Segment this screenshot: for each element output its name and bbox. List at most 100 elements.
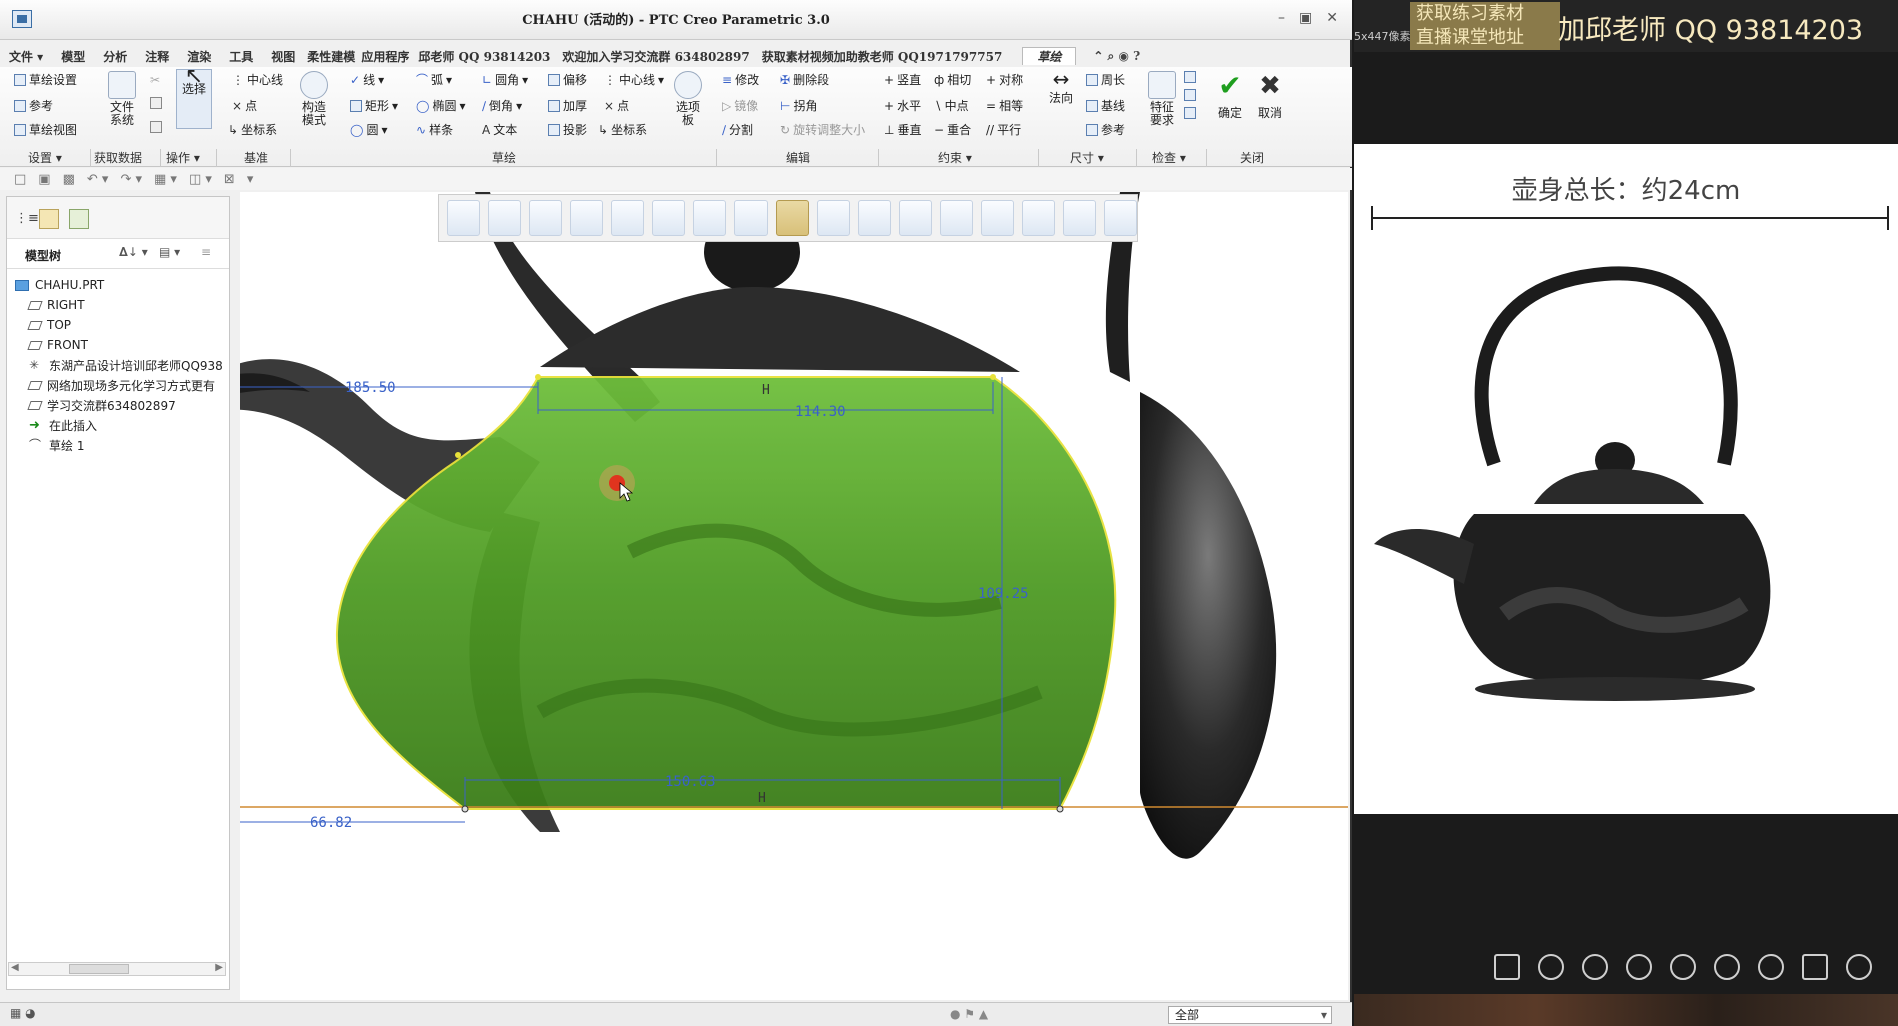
- saved-orientations-icon[interactable]: [652, 200, 686, 236]
- sketch-canvas[interactable]: 185.50 114.30 H 109.25 150.63 H 66.82: [240, 192, 1348, 1000]
- palette-button[interactable]: 选项 板: [670, 71, 706, 127]
- spin-center-icon[interactable]: [1104, 200, 1138, 236]
- tab-sketch[interactable]: 草绘: [1022, 47, 1077, 65]
- selection-filter[interactable]: 全部 ▾: [1168, 1006, 1332, 1024]
- status-icons[interactable]: ▦ ◕: [10, 1006, 36, 1020]
- constraint-parallel-button[interactable]: //平行: [986, 121, 1021, 138]
- delete-icon[interactable]: [1802, 954, 1828, 980]
- scroll-right-icon[interactable]: ▶: [215, 962, 223, 973]
- group-dimension[interactable]: 尺寸 ▾: [1070, 149, 1104, 166]
- menu-flexible[interactable]: 柔性建模: [304, 48, 358, 65]
- customize-icon[interactable]: ▾: [247, 172, 254, 187]
- tree-filter-icon[interactable]: ≡: [201, 245, 211, 259]
- constraint-vertical-button[interactable]: + 竖直: [884, 71, 921, 88]
- sketch-setup-button[interactable]: 草绘设置: [14, 71, 77, 88]
- menu-render[interactable]: 渲染: [178, 48, 220, 65]
- fillet-button[interactable]: ∟ 圆角 ▾: [482, 71, 528, 88]
- thicken-button[interactable]: 加厚: [548, 97, 587, 114]
- corner-button[interactable]: ⊢ 拐角: [780, 97, 817, 114]
- constraint-horizontal-button[interactable]: + 水平: [884, 97, 921, 114]
- fit-window-icon[interactable]: [1494, 954, 1520, 980]
- tree-item[interactable]: TOP: [7, 315, 225, 335]
- group-setup[interactable]: 设置 ▾: [28, 149, 62, 166]
- save-icon[interactable]: ▩: [63, 172, 75, 187]
- zoom-in-icon[interactable]: [1538, 954, 1564, 980]
- favorites-tab-icon[interactable]: [69, 209, 89, 229]
- spline-button[interactable]: ∿ 样条: [416, 121, 453, 138]
- sketch-point-button[interactable]: × 点: [604, 97, 629, 114]
- repaint-icon[interactable]: [570, 200, 604, 236]
- delete-segment-button[interactable]: ✠ 删除段: [780, 71, 829, 88]
- project-button[interactable]: 投影: [548, 121, 587, 138]
- inspect-tools[interactable]: [1184, 71, 1196, 119]
- tree-item[interactable]: ⌒ 草绘 1: [7, 435, 225, 455]
- constraint-coincident-button[interactable]: − 重合: [934, 121, 971, 138]
- new-icon[interactable]: □: [14, 172, 26, 187]
- view-manager-icon[interactable]: [693, 200, 727, 236]
- offset-button[interactable]: 偏移: [548, 71, 587, 88]
- display-style-icon[interactable]: [611, 200, 645, 236]
- reference-button[interactable]: 参考: [14, 97, 53, 114]
- copy-icon[interactable]: [150, 97, 162, 109]
- ok-button[interactable]: ✔ 确定: [1212, 71, 1248, 120]
- construct-mode-button[interactable]: 构造 模式: [296, 71, 332, 127]
- cut-icon[interactable]: ✂: [150, 73, 160, 87]
- sketch-view-icon[interactable]: [775, 200, 809, 236]
- help-icons[interactable]: ⌃ ⌕ ◉ ?: [1084, 49, 1149, 64]
- constraint-equal-button[interactable]: = 相等: [986, 97, 1023, 114]
- tree-item[interactable]: CHAHU.PRT: [7, 275, 225, 295]
- circle-button[interactable]: ◯ 圆 ▾: [350, 121, 387, 138]
- modify-button[interactable]: ≡ 修改: [722, 71, 759, 88]
- select-button[interactable]: ↖ 选择: [176, 66, 212, 129]
- datum-csys-button[interactable]: ↳ 坐标系: [228, 121, 277, 138]
- feature-requirements-button[interactable]: 特征 要求: [1144, 71, 1180, 127]
- dimension-reference-button[interactable]: 参考: [1086, 121, 1125, 138]
- rotate-resize-button[interactable]: ↻ 旋转调整大小: [780, 121, 865, 138]
- tree-item[interactable]: ➜ 在此插入: [7, 415, 225, 435]
- close-window-icon[interactable]: ⊠: [224, 172, 235, 187]
- refit-icon[interactable]: [447, 200, 481, 236]
- tree-settings-icon[interactable]: 𝚫↓ ▾: [119, 245, 148, 260]
- scroll-left-icon[interactable]: ◀: [11, 962, 19, 973]
- menu-annotate[interactable]: 注释: [136, 48, 178, 65]
- chamfer-button[interactable]: ∕ 倒角 ▾: [482, 97, 522, 114]
- redo-icon[interactable]: ↷ ▾: [120, 172, 142, 187]
- datum-centerline-button[interactable]: ⋮ 中心线: [232, 71, 283, 88]
- perimeter-button[interactable]: 周长: [1086, 71, 1125, 88]
- more-icon[interactable]: [1846, 954, 1872, 980]
- zoom-out-icon[interactable]: [1582, 954, 1608, 980]
- minimize-icon[interactable]: –: [1278, 10, 1285, 26]
- model-tree-scrollbar[interactable]: ◀ ▶: [8, 962, 226, 976]
- folder-browser-tab-icon[interactable]: [39, 209, 59, 229]
- line-button[interactable]: ✓ 线 ▾: [350, 71, 384, 88]
- sketch-view-button[interactable]: 草绘视图: [14, 121, 77, 138]
- tree-item[interactable]: 学习交流群634802897: [7, 395, 225, 415]
- sketch-csys-button[interactable]: ↳ 坐标系: [598, 121, 647, 138]
- shade-closed-loops-icon[interactable]: [1021, 200, 1055, 236]
- menu-file[interactable]: 文件 ▾: [0, 48, 52, 65]
- datum-point-button[interactable]: × 点: [232, 97, 257, 114]
- regenerate-icon[interactable]: ▦ ▾: [154, 172, 177, 187]
- zoom-out-icon[interactable]: [529, 200, 563, 236]
- datum-display-icon[interactable]: [734, 200, 768, 236]
- undo-icon[interactable]: ↶ ▾: [87, 172, 109, 187]
- windows-icon[interactable]: ◫ ▾: [189, 172, 212, 187]
- tree-item[interactable]: ✳ 东湖产品设计培训邱老师QQ938: [7, 355, 225, 375]
- baseline-button[interactable]: 基线: [1086, 97, 1125, 114]
- group-constrain[interactable]: 约束 ▾: [938, 149, 972, 166]
- open-icon[interactable]: ▣: [38, 172, 50, 187]
- constraint-symmetric-button[interactable]: + 对称: [986, 71, 1023, 88]
- maximize-icon[interactable]: ▣: [1299, 10, 1312, 26]
- zoom-in-icon[interactable]: [488, 200, 522, 236]
- rotate-right-icon[interactable]: [1758, 954, 1784, 980]
- scroll-thumb[interactable]: [69, 964, 129, 974]
- constraint-tangent-button[interactable]: ф 相切: [934, 71, 971, 88]
- tree-item[interactable]: RIGHT: [7, 295, 225, 315]
- normal-dimension-button[interactable]: ↔ 法向: [1044, 69, 1078, 105]
- tree-tab-icon[interactable]: ⋮≡: [15, 211, 39, 226]
- vertex-display-icon[interactable]: [939, 200, 973, 236]
- previous-icon[interactable]: [1626, 954, 1652, 980]
- mirror-button[interactable]: ▷ 镜像: [722, 97, 758, 114]
- rotate-left-icon[interactable]: [1714, 954, 1740, 980]
- close-icon[interactable]: ✕: [1326, 10, 1338, 26]
